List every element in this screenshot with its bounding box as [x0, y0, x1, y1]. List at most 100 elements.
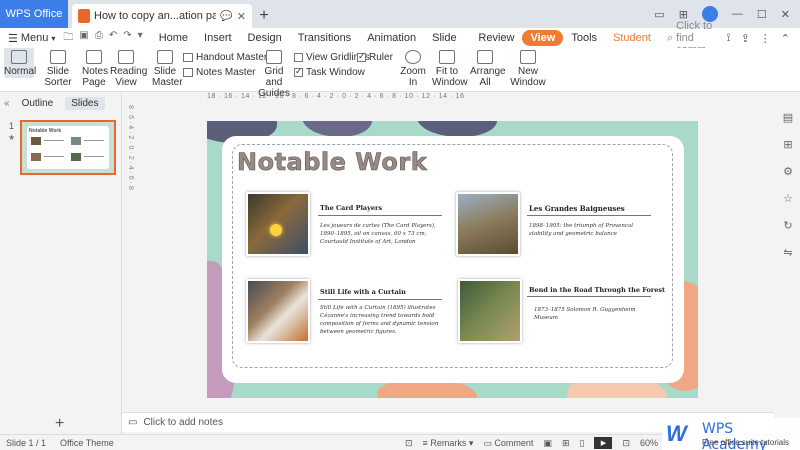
slide-sorter-button[interactable]: Slide Sorter [38, 48, 78, 88]
item-title[interactable]: Bend in the Road Through the Forest [529, 286, 665, 294]
menu-button[interactable]: ☰ Menu ▾ [8, 32, 55, 45]
menu-student-tools[interactable]: Student Tools [605, 30, 659, 60]
menu-tools[interactable]: Tools [563, 30, 605, 46]
history-icon[interactable]: ↻ [783, 219, 792, 232]
new-window-button[interactable]: New Window [504, 48, 552, 88]
menu-home[interactable]: Home [151, 30, 196, 46]
reading-view-label-2: View [115, 77, 137, 88]
slide-thumbnail[interactable]: Notable Work [20, 120, 116, 175]
transition-icon[interactable]: ⇋ [783, 246, 792, 259]
menu-label: Menu [20, 32, 49, 44]
document-tab-title: How to copy an...ation painter [94, 10, 217, 22]
tab-slides[interactable]: Slides [65, 97, 105, 110]
handout-master-button[interactable]: Handout Master [183, 52, 267, 63]
reading-view-button[interactable]: Reading View [110, 48, 147, 88]
slide-master-button[interactable]: Slide Master [152, 48, 183, 88]
zoom-fit-icon[interactable]: ⊡ [622, 438, 630, 449]
print-icon[interactable]: ⎙ [95, 30, 103, 47]
item-divider [318, 299, 442, 300]
tab-outline[interactable]: Outline [16, 97, 60, 110]
notes-toggle-icon[interactable]: ▭ [128, 417, 137, 428]
animation-star-icon: ★ [8, 133, 16, 142]
tab-wps-office[interactable]: WPS Office [0, 0, 68, 28]
chat-icon[interactable]: 💬 [220, 11, 232, 22]
slide-title[interactable]: Notable Work [237, 148, 427, 177]
comment-icon: ▭ [483, 437, 492, 448]
card-players-image[interactable] [246, 192, 310, 256]
item-description[interactable]: Les joueurs de cartes (The Card Players)… [320, 222, 444, 246]
adjust-icon[interactable]: ⚙ [783, 165, 793, 178]
item-divider [527, 296, 651, 297]
item-title[interactable]: Les Grandes Baigneuses [529, 204, 625, 213]
menu-insert[interactable]: Insert [196, 30, 240, 46]
task-window-check[interactable] [294, 66, 303, 77]
grid-guides-button[interactable]: Grid and Guides [258, 48, 290, 99]
thumbnail-image [71, 153, 81, 161]
search-icon: ⌕ [666, 31, 674, 44]
normal-view-button[interactable]: Normal [4, 48, 36, 78]
close-tab-icon[interactable]: ✕ [237, 10, 246, 23]
share-icon[interactable]: ⇪ [741, 32, 750, 45]
comment-button[interactable]: ▭ Comment [483, 438, 533, 449]
new-window-label: New Window [510, 66, 546, 88]
more-options-icon[interactable]: ⋮ [760, 32, 771, 45]
more-icon[interactable]: ▾ [138, 30, 143, 47]
menu-transitions[interactable]: Transitions [290, 30, 359, 46]
ribbon-view: Normal Slide Sorter Notes Page Reading V… [0, 48, 800, 99]
task-window-checkbox[interactable]: Task Window [294, 66, 365, 78]
slide-sorter-status-icon[interactable]: ⊞ [562, 438, 570, 449]
thumbnail-line [44, 156, 64, 157]
notes-page-button[interactable]: Notes Page [82, 48, 108, 88]
task-window-label: Task Window [306, 67, 365, 78]
menu-bar: ☰ Menu ▾ 🗀 ▣ ⎙ ↶ ↷ ▾ Home Insert Design … [0, 20, 800, 60]
item-description[interactable]: 1873–1875 Solomon R. Guggenheim Museum [534, 306, 658, 322]
slide-canvas[interactable]: Notable Work The Card Players Les joueur… [207, 121, 698, 398]
panel-toggle-icon[interactable]: ▤ [783, 111, 793, 124]
layout-icon[interactable]: ⊞ [679, 8, 688, 21]
bend-in-road-image[interactable] [458, 279, 522, 343]
remarks-button[interactable]: ≡ Remarks ▾ [423, 438, 474, 449]
close-icon[interactable]: ✕ [781, 8, 790, 21]
play-slideshow-button[interactable]: ▶ [594, 437, 613, 449]
notes-placeholder[interactable]: Click to add notes [143, 417, 223, 428]
ruler-checkbox[interactable]: Ruler [357, 51, 393, 63]
animation-icon[interactable]: ☆ [783, 192, 793, 205]
item-description[interactable]: 1898–1905: the triumph of Provencal stab… [529, 222, 653, 238]
still-life-curtain-image[interactable] [246, 279, 310, 343]
reading-view-status-icon[interactable]: ▯ [579, 438, 584, 449]
arrange-all-button[interactable]: Arrange All [470, 48, 506, 88]
fit-window-button[interactable]: Fit to Window [432, 48, 468, 88]
item-description[interactable]: Still Life with a Curtain (1895) illustr… [320, 304, 446, 336]
menu-slide-show[interactable]: Slide Show [424, 30, 470, 60]
collapse-panel-icon[interactable]: « [4, 98, 10, 109]
notes-master-button[interactable]: Notes Master [183, 67, 255, 78]
menu-design[interactable]: Design [240, 30, 290, 46]
zoom-in-button[interactable]: Zoom In [397, 48, 429, 88]
minimize-icon[interactable]: — [732, 8, 743, 20]
menu-review[interactable]: Review [470, 30, 522, 46]
menu-view[interactable]: View [522, 30, 564, 46]
collapse-ribbon-icon[interactable]: ⌃ [781, 32, 790, 45]
zoom-level[interactable]: 60% [640, 438, 658, 448]
auto-fit-icon[interactable]: ⊡ [405, 438, 413, 449]
collaborate-icon[interactable]: ⟟ [726, 32, 730, 45]
minimize-all-icon[interactable]: ▭ [654, 8, 664, 21]
undo-icon[interactable]: ↶ [109, 30, 117, 47]
save-icon[interactable]: ▣ [79, 30, 88, 47]
add-slide-button[interactable]: + [55, 415, 64, 433]
grandes-baigneuses-image[interactable] [456, 192, 520, 256]
design-icon[interactable]: ⊞ [783, 138, 792, 151]
item-title[interactable]: Still Life with a Curtain [320, 288, 406, 296]
redo-icon[interactable]: ↷ [123, 30, 131, 47]
watermark-subtitle: Free office suite tutorials [702, 438, 790, 447]
tab-document[interactable]: How to copy an...ation painter 💬 ✕ [72, 4, 252, 28]
menu-animation[interactable]: Animation [359, 30, 424, 46]
item-title[interactable]: The Card Players [320, 204, 382, 212]
book-icon [118, 50, 134, 64]
normal-view-status-icon[interactable]: ▣ [543, 438, 552, 449]
gridlines-check[interactable] [294, 53, 303, 62]
new-tab-button[interactable]: + [252, 4, 276, 28]
ruler-check[interactable] [357, 51, 366, 62]
open-folder-icon[interactable]: 🗀 [63, 30, 73, 47]
maximize-icon[interactable]: ☐ [757, 8, 767, 21]
